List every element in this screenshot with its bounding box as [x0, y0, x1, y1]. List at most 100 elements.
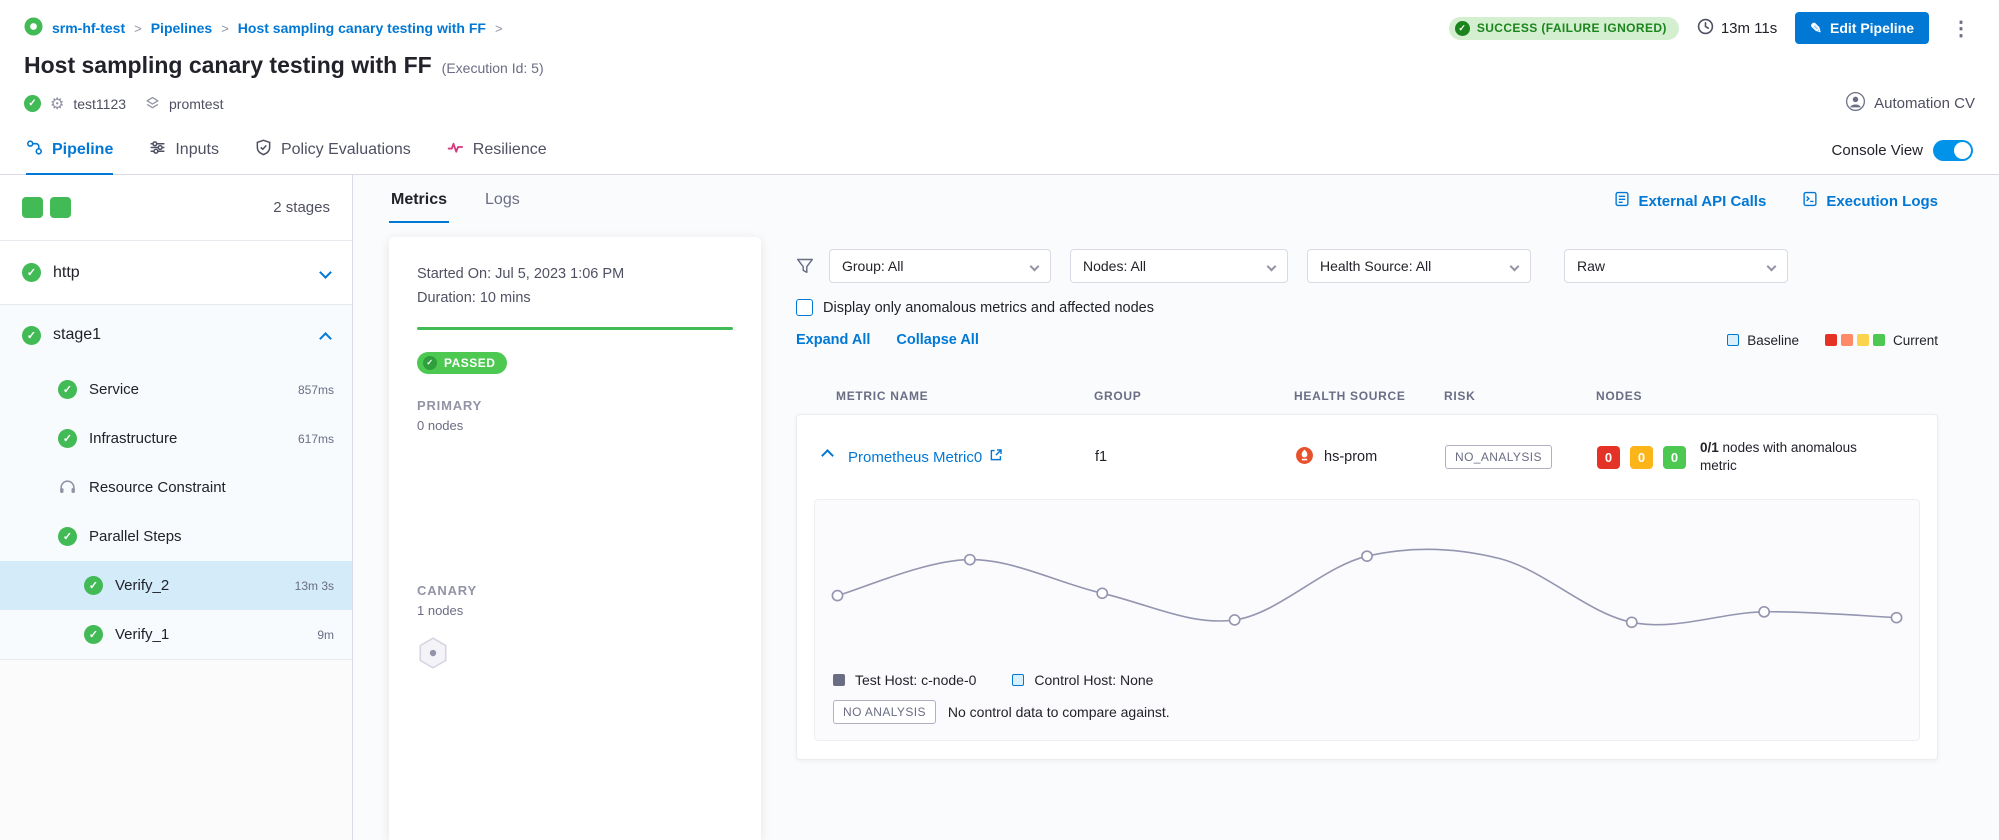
status-badge: ✓ SUCCESS (FAILURE IGNORED) [1449, 17, 1679, 40]
step-verify-2[interactable]: ✓ Verify_2 13m 3s [0, 561, 352, 610]
tab-policy-evaluations[interactable]: Policy Evaluations [255, 127, 411, 175]
chevron-up-icon [319, 332, 332, 345]
started-on: Started On: Jul 5, 2023 1:06 PM [417, 263, 733, 287]
green-node-count: 0 [1663, 446, 1686, 469]
chevron-down-icon [319, 266, 332, 279]
stage-item-stage1[interactable]: ✓ stage1 [0, 305, 352, 365]
breadcrumb-project-link[interactable]: srm-hf-test [52, 20, 125, 36]
metric-card: Prometheus Metric0 f1 [796, 414, 1938, 760]
step-infrastructure[interactable]: ✓ Infrastructure 617ms [0, 414, 352, 463]
nodes-filter-dropdown[interactable]: Nodes: All [1070, 249, 1288, 283]
stage-item-http[interactable]: ✓ http [0, 241, 352, 305]
verification-duration: Duration: 10 mins [417, 287, 733, 311]
breadcrumb: srm-hf-test > Pipelines > Host sampling … [24, 17, 503, 39]
triggered-by-user: Automation CV [1874, 95, 1975, 112]
toggle-knob [1954, 142, 1971, 159]
data-mode-dropdown[interactable]: Raw [1564, 249, 1788, 283]
tab-metrics[interactable]: Metrics [389, 191, 449, 223]
checkbox-box[interactable] [796, 299, 813, 316]
environment-name[interactable]: promtest [169, 96, 223, 112]
metric-group: f1 [1095, 449, 1107, 465]
api-calls-icon [1614, 191, 1630, 211]
success-check-icon: ✓ [84, 576, 103, 595]
execution-sidebar: 2 stages ✓ http ✓ stage1 ✓ Service 857ms [0, 175, 353, 840]
test-host-label: Test Host: c-node-0 [855, 672, 976, 688]
group-filter-dropdown[interactable]: Group: All [829, 249, 1051, 283]
no-analysis-badge: NO ANALYSIS [833, 700, 936, 724]
tab-pipeline[interactable]: Pipeline [26, 127, 113, 175]
red-node-count: 0 [1597, 446, 1620, 469]
verification-progress-bar [417, 327, 733, 330]
gear-icon: ⚙ [50, 94, 64, 114]
baseline-swatch [1727, 334, 1739, 346]
shield-check-icon [255, 139, 272, 161]
analysis-message-row: NO ANALYSIS No control data to compare a… [815, 688, 1919, 740]
stage-count: 2 stages [273, 199, 330, 216]
chevron-down-icon [1767, 261, 1777, 271]
collapse-all-link[interactable]: Collapse All [896, 332, 978, 348]
canary-node-hexagon[interactable] [417, 636, 449, 673]
stage-status-squares [22, 197, 71, 218]
expand-all-link[interactable]: Expand All [796, 332, 870, 348]
more-options-button[interactable]: ⋮ [1947, 16, 1975, 41]
anomalous-only-checkbox[interactable]: Display only anomalous metrics and affec… [796, 299, 1938, 316]
success-check-icon: ✓ [58, 527, 77, 546]
risk-red-swatch [1825, 334, 1837, 346]
current-swatches [1825, 334, 1885, 346]
page-title: Host sampling canary testing with FF [24, 52, 432, 79]
host-legend-row: Test Host: c-node-0 Control Host: None [815, 668, 1919, 688]
tab-resilience[interactable]: Resilience [447, 127, 547, 175]
anomalous-nodes-caption: 0/1 nodes with anomalous metric [1700, 439, 1890, 475]
step-service[interactable]: ✓ Service 857ms [0, 365, 352, 414]
chart-legend: Baseline Current [1727, 333, 1938, 348]
health-source-filter-dropdown[interactable]: Health Source: All [1307, 249, 1531, 283]
chevron-down-icon [1030, 261, 1040, 271]
filter-icon [796, 257, 814, 275]
verification-main: Metrics Logs External API Calls Executio… [353, 175, 1999, 840]
breadcrumb-pipeline-link[interactable]: Host sampling canary testing with FF [238, 20, 486, 36]
risk-yellow-swatch [1857, 334, 1869, 346]
metric-name-link[interactable]: Prometheus Metric0 [848, 448, 1003, 466]
status-badge-label: SUCCESS (FAILURE IGNORED) [1477, 21, 1667, 35]
step-parallel-steps[interactable]: ✓ Parallel Steps [0, 512, 352, 561]
breadcrumb-separator: > [221, 21, 229, 36]
user-avatar-icon [1846, 92, 1865, 115]
resilience-icon [447, 139, 464, 161]
execution-tabbar: Pipeline Inputs Policy Evaluations Resil… [0, 127, 1999, 175]
test-host-swatch [833, 674, 845, 686]
primary-node-count: 0 nodes [417, 418, 733, 433]
console-view-toggle[interactable] [1933, 140, 1973, 161]
metric-timeseries-svg[interactable] [815, 500, 1919, 668]
console-view-label: Console View [1832, 142, 1923, 159]
breadcrumb-pipelines-link[interactable]: Pipelines [151, 20, 212, 36]
edit-pipeline-button[interactable]: ✎ Edit Pipeline [1795, 12, 1929, 44]
success-check-icon: ✓ [58, 429, 77, 448]
risk-green-swatch [1873, 334, 1885, 346]
step-verify-1[interactable]: ✓ Verify_1 9m [0, 610, 352, 659]
risk-badge: NO_ANALYSIS [1445, 445, 1552, 469]
success-check-icon: ✓ [58, 380, 77, 399]
elapsed-time: 13m 11s [1697, 18, 1777, 39]
stage-success-square [22, 197, 43, 218]
success-check-icon: ✓ [84, 625, 103, 644]
external-api-calls-link[interactable]: External API Calls [1614, 191, 1766, 223]
metric-chart-card: Test Host: c-node-0 Control Host: None N… [814, 499, 1920, 741]
step-resource-constraint[interactable]: Resource Constraint [0, 463, 352, 512]
metrics-analysis-panel: Group: All Nodes: All Health Source: All… [761, 223, 1999, 840]
tab-logs[interactable]: Logs [483, 191, 522, 223]
amber-node-count: 0 [1630, 446, 1653, 469]
inputs-icon [149, 139, 166, 161]
execution-header: srm-hf-test > Pipelines > Host sampling … [0, 0, 1999, 127]
collapse-row-chevron-icon[interactable] [821, 449, 834, 462]
no-analysis-message: No control data to compare against. [948, 704, 1170, 720]
tab-inputs[interactable]: Inputs [149, 127, 219, 175]
resource-constraint-icon [58, 477, 77, 499]
health-source-name: hs-prom [1324, 449, 1377, 465]
service-name[interactable]: test1123 [73, 96, 126, 112]
execution-logs-link[interactable]: Execution Logs [1802, 191, 1938, 223]
environment-icon [145, 95, 160, 113]
harness-module-icon [24, 17, 43, 39]
metric-table-row[interactable]: Prometheus Metric0 f1 [797, 415, 1937, 499]
prometheus-icon [1295, 446, 1314, 469]
canary-node-count: 1 nodes [417, 603, 733, 618]
